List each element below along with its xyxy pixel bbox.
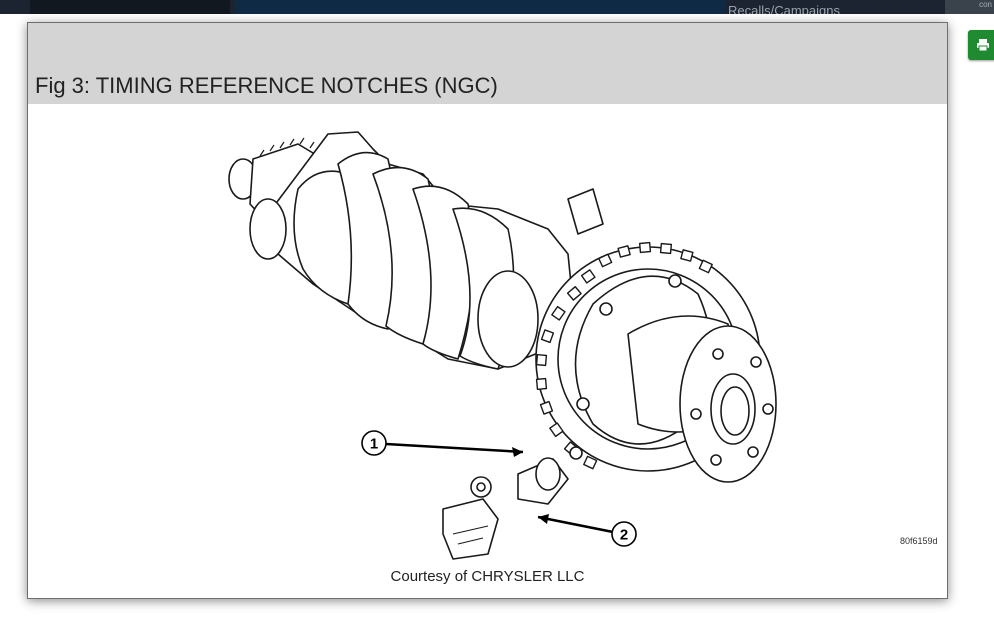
callout-2: 2	[537, 514, 637, 547]
flange-bolt-hole	[710, 454, 722, 466]
page: Recalls/Campaigns con Fig 3: TIMING REFE…	[0, 0, 994, 618]
nav-segment[interactable]	[30, 0, 230, 14]
flange-bolt-hole	[712, 348, 724, 360]
sensor-mount-hole	[476, 482, 486, 492]
figure-id: 80f6159d	[900, 536, 938, 546]
crank-journal	[477, 270, 539, 368]
sensor-connector	[442, 498, 499, 560]
print-icon	[977, 39, 989, 52]
crankshaft-illustration: 1 2	[228, 131, 777, 560]
nav-recalls-campaigns[interactable]: Recalls/Campaigns	[728, 0, 938, 14]
figure-area: 1 2 80f6159d Courtesy of CHRYSLER LLC	[28, 104, 947, 598]
flange-bolt-hole	[762, 403, 774, 415]
sprocket-hole	[569, 446, 583, 460]
sprocket-hole	[599, 302, 613, 316]
nav-corner-link[interactable]: con	[945, 0, 994, 14]
callout-1-number: 1	[370, 436, 378, 453]
sensor-tip	[535, 457, 561, 491]
nav-recalls-label: Recalls/Campaigns	[728, 3, 840, 14]
sprocket-hole	[668, 274, 682, 288]
callout-2-number: 2	[620, 527, 628, 544]
modal-header: Fig 3: TIMING REFERENCE NOTCHES (NGC)	[28, 23, 947, 104]
callout-1: 1	[361, 430, 524, 457]
modal-title: Fig 3: TIMING REFERENCE NOTCHES (NGC)	[35, 73, 498, 98]
nav-segment[interactable]	[235, 0, 725, 14]
web-slot	[567, 188, 604, 235]
flange-bolt-hole	[747, 446, 759, 458]
flange-bolt-hole	[750, 356, 762, 368]
nav-corner-label: con	[979, 0, 992, 9]
crank-nose-bore-inner	[720, 386, 750, 436]
print-button[interactable]	[968, 30, 994, 60]
flange-bolt-hole	[690, 408, 702, 420]
figure-caption: Courtesy of CHRYSLER LLC	[390, 568, 585, 585]
sprocket-hole	[576, 397, 590, 411]
figure-modal: Fig 3: TIMING REFERENCE NOTCHES (NGC) 1 …	[27, 22, 948, 599]
crank-journal	[249, 198, 287, 260]
top-navigation-bar: Recalls/Campaigns con	[0, 0, 994, 14]
